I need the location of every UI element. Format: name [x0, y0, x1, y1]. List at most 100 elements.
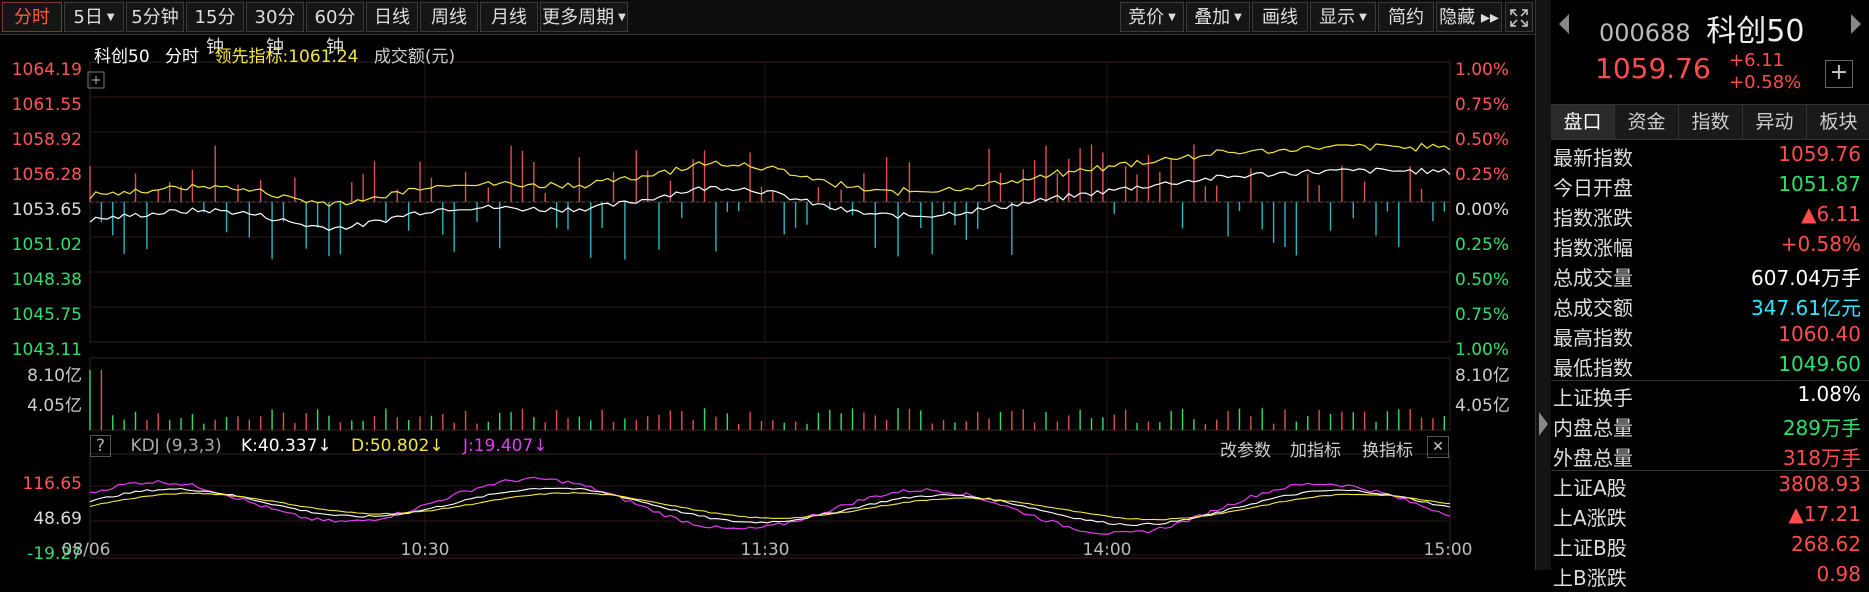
price-axis-left-6: 1048.38	[11, 270, 82, 290]
chart-legend: 科创50 分时 领先指标:1061.24 成交额(元)	[94, 42, 465, 67]
time-label-0: 08/06	[61, 540, 111, 560]
expand-icon	[1510, 9, 1528, 27]
quote-row-value: 318万手	[1782, 446, 1861, 470]
next-symbol-icon[interactable]	[1851, 14, 1861, 34]
panel-tab-2[interactable]: 指数	[1679, 105, 1743, 139]
quote-row-value: 347.61亿元	[1751, 296, 1861, 320]
panel-tab-1[interactable]: 资金	[1615, 105, 1679, 139]
period-tab-5[interactable]: 60分钟	[306, 2, 364, 58]
period-tab-0[interactable]: 分时	[2, 2, 62, 32]
volume-axis-top-left: 8.10亿	[27, 366, 82, 386]
panel-tab-3[interactable]: 异动	[1743, 105, 1807, 139]
price-axis-right-8: 1.00%	[1455, 340, 1510, 360]
period-tab-8[interactable]: 月线	[480, 2, 538, 32]
tool-button-4[interactable]: 简约	[1378, 2, 1434, 32]
add-watchlist-button[interactable]: +	[1825, 60, 1853, 88]
tool-button-5[interactable]: 隐藏 ▸▸	[1436, 2, 1502, 32]
panel-tab-4[interactable]: 板块	[1807, 105, 1869, 139]
quote-row-label: 上证B股	[1553, 536, 1627, 560]
quote-row-label: 上证A股	[1553, 476, 1627, 500]
panel-tab-0[interactable]: 盘口	[1551, 105, 1615, 139]
chart-area[interactable]	[0, 34, 1535, 570]
tool-button-label: 叠加	[1194, 7, 1231, 28]
quote-row-value: 268.62	[1791, 532, 1861, 556]
price-change: +6.11	[1729, 50, 1785, 71]
quote-row-value: 1051.87	[1778, 172, 1861, 196]
tool-button-label: 画线	[1262, 7, 1298, 28]
period-tab-4[interactable]: 30分钟	[246, 2, 304, 58]
quote-row-value: 0.98	[1816, 562, 1861, 586]
quote-row: 最高指数 1060.40	[1551, 322, 1869, 352]
quote-row: 上证A股 3808.93	[1551, 472, 1869, 502]
quote-row: 指数涨幅 +0.58%	[1551, 232, 1869, 262]
kdj-add-indicator[interactable]: 加指标	[1290, 436, 1341, 461]
price-axis-right-4: 0.00%	[1455, 200, 1510, 220]
last-price: 1059.76	[1595, 52, 1711, 85]
price-axis-left-4: 1053.65	[11, 200, 82, 220]
symbol-name: 科创50	[1706, 14, 1805, 49]
kdj-close-button[interactable]: ✕	[1427, 436, 1449, 458]
quote-row-value: 1.08%	[1797, 382, 1861, 406]
quote-row-value: 607.04万手	[1751, 266, 1861, 290]
chevron-down-icon: ▼	[1168, 12, 1176, 23]
period-tab-label: 更多周期	[542, 7, 615, 28]
period-tab-3[interactable]: 15分钟	[186, 2, 244, 58]
quote-row-label: 最新指数	[1553, 146, 1633, 170]
fullscreen-button[interactable]	[1505, 2, 1533, 32]
quote-row: 最新指数 1059.76	[1551, 142, 1869, 172]
tool-button-label: 隐藏 ▸▸	[1439, 7, 1499, 28]
kdj-header: ? KDJ (9,3,3) K:40.337↓ D:50.802↓ J:19.4…	[90, 435, 561, 457]
tool-button-1[interactable]: 叠加 ▼	[1186, 2, 1250, 32]
kdj-edit-params[interactable]: 改参数	[1220, 436, 1271, 461]
legend-name: 科创50	[94, 47, 150, 67]
period-tab-2[interactable]: 5分钟	[126, 2, 184, 32]
quote-row: 内盘总量 289万手	[1551, 412, 1869, 442]
kdj-axis-0: 116.65	[22, 474, 82, 494]
price-axis-left-2: 1058.92	[11, 130, 82, 150]
quote-row-value: 1060.40	[1778, 322, 1861, 346]
chevron-down-icon: ▼	[618, 12, 626, 23]
price-axis-right-5: 0.25%	[1455, 235, 1510, 255]
quote-row: 总成交量 607.04万手	[1551, 262, 1869, 292]
tool-button-label: 显示	[1319, 7, 1356, 28]
kdj-help-button[interactable]: ?	[90, 435, 112, 457]
quote-row-value: 3808.93	[1778, 472, 1861, 496]
tool-button-0[interactable]: 竞价 ▼	[1120, 2, 1184, 32]
time-label-4: 15:00	[1423, 540, 1473, 560]
quote-row: 外盘总量 318万手	[1551, 442, 1869, 472]
period-tab-1[interactable]: 5日 ▼	[64, 2, 124, 32]
period-tab-7[interactable]: 周线	[420, 2, 478, 32]
quote-row-value: ▲17.21	[1788, 502, 1861, 526]
time-label-3: 14:00	[1082, 540, 1132, 560]
leading-line	[89, 142, 1451, 208]
panel-separator	[1551, 470, 1869, 471]
quote-row-label: 最高指数	[1553, 326, 1633, 350]
quote-row: 上B涨跌 0.98	[1551, 562, 1869, 592]
quote-row: 上A涨跌 ▲17.21	[1551, 502, 1869, 532]
volume-axis-mid-right: 4.05亿	[1455, 396, 1510, 416]
quote-row-label: 内盘总量	[1553, 416, 1633, 440]
chart-canvas[interactable]	[0, 34, 1535, 570]
legend-leading: 领先指标:1061.24	[214, 47, 358, 67]
kdj-d-value: D:50.802↓	[351, 436, 444, 456]
chevron-down-icon: ▼	[1359, 12, 1367, 23]
tool-button-2[interactable]: 画线	[1252, 2, 1308, 32]
price-change-pct: +0.58%	[1729, 72, 1802, 93]
quote-row-label: 今日开盘	[1553, 176, 1633, 200]
tool-button-label: 竞价	[1128, 7, 1165, 28]
kdj-k-line	[89, 487, 1451, 526]
prev-symbol-icon[interactable]	[1559, 14, 1569, 34]
quote-row: 上证换手 1.08%	[1551, 382, 1869, 412]
quote-row: 总成交额 347.61亿元	[1551, 292, 1869, 322]
tool-button-3[interactable]: 显示 ▼	[1310, 2, 1376, 32]
quote-row-label: 上A涨跌	[1553, 506, 1627, 530]
chart-toolbar: 分时 5日 ▼ 5分钟 15分钟 30分钟 60分钟 日线 周线 月线 更多周期 ▼ 竞价 ▼ 叠加 ▼ 画线…	[0, 0, 1535, 58]
plus-icon: +	[1829, 60, 1849, 85]
period-tab-6[interactable]: 日线	[366, 2, 418, 32]
period-tab-9[interactable]: 更多周期 ▼	[540, 2, 628, 32]
quote-row: 指数涨跌 ▲6.11	[1551, 202, 1869, 232]
quote-panel: 000688 科创50 1059.76 +6.11 +0.58% + 盘口 资金指…	[1551, 0, 1869, 590]
kdj-k-value: K:40.337↓	[241, 436, 332, 456]
kdj-switch-indicator[interactable]: 换指标	[1362, 436, 1413, 461]
price-axis-left-8: 1043.11	[11, 340, 82, 360]
